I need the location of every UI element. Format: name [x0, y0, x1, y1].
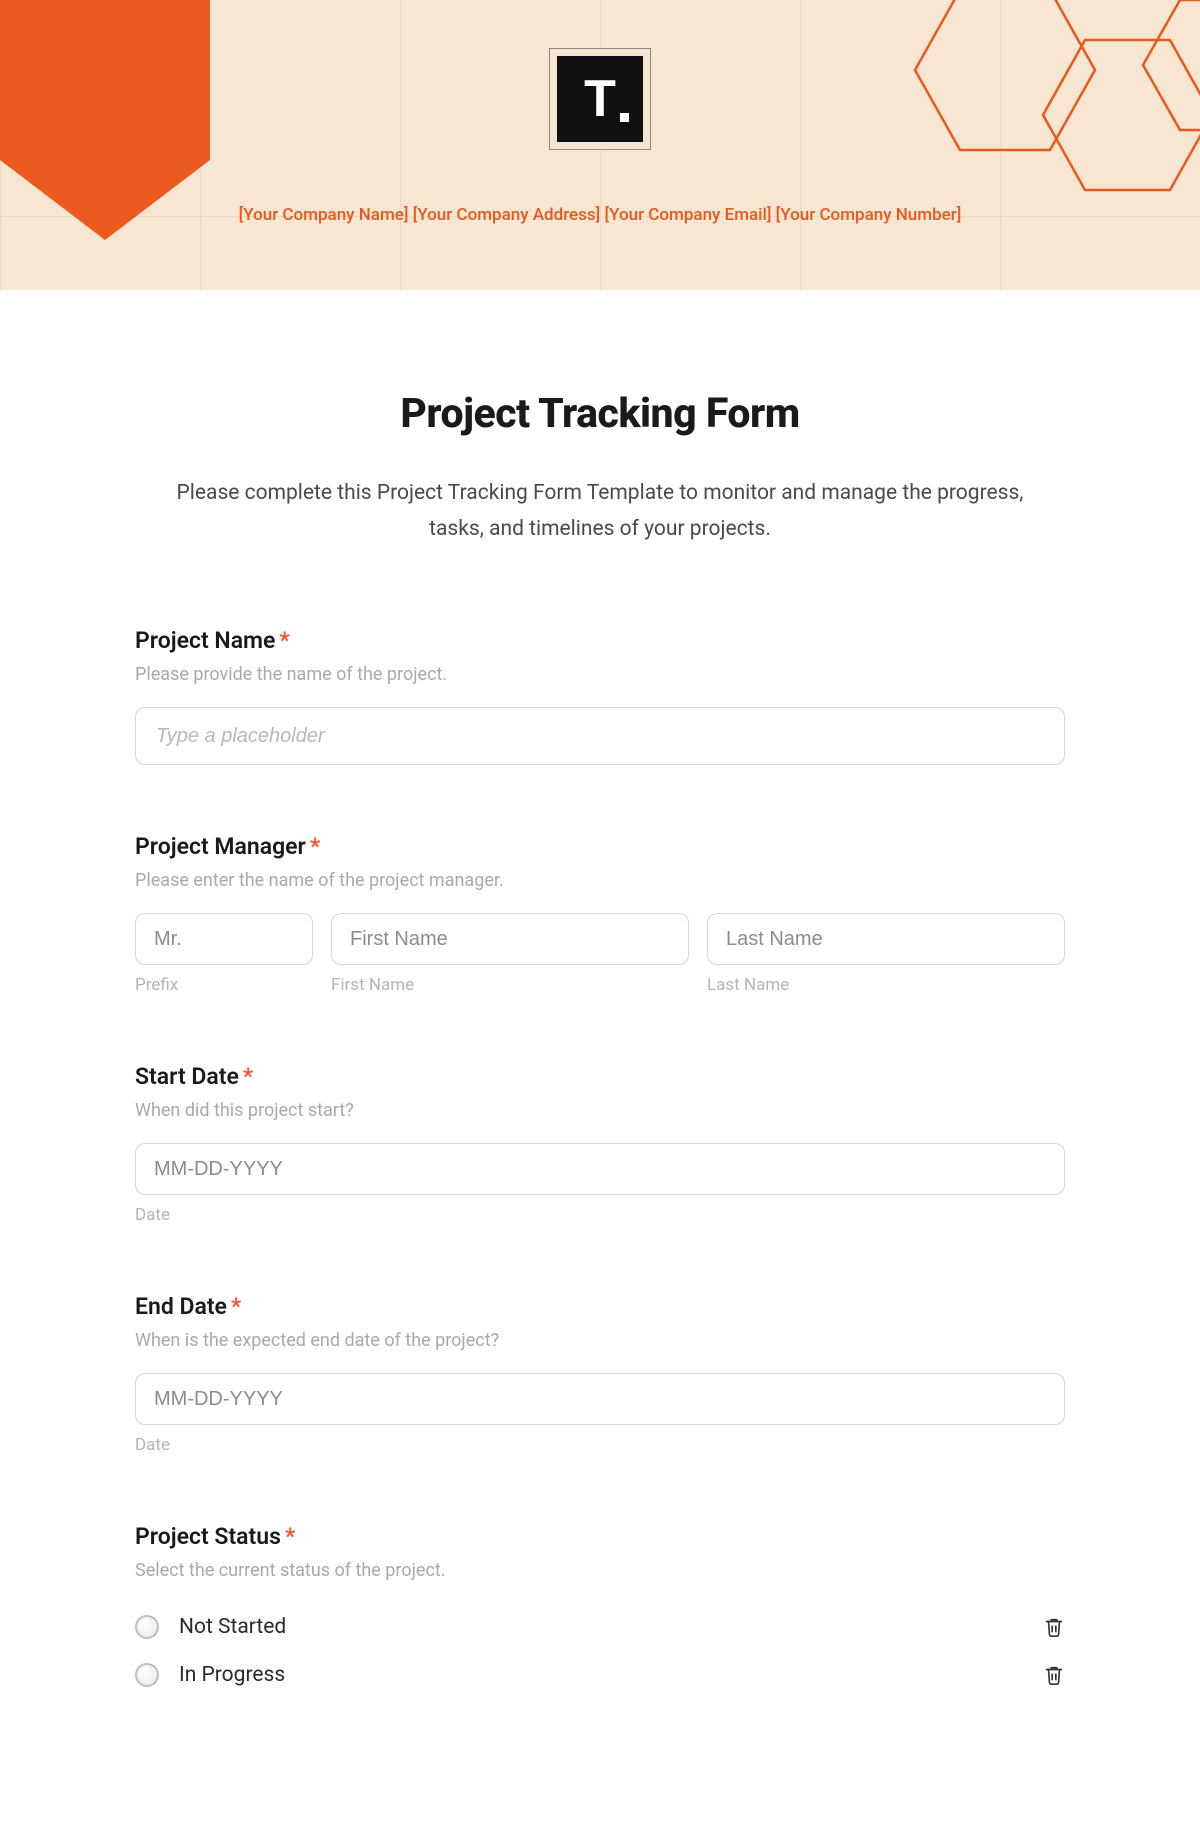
- field-label: Start Date*: [135, 1063, 1065, 1090]
- required-mark: *: [231, 1293, 241, 1320]
- radio-icon[interactable]: [135, 1663, 159, 1687]
- field-label: Project Status*: [135, 1523, 1065, 1550]
- logo: T: [549, 48, 651, 150]
- first-name-input[interactable]: [331, 913, 689, 965]
- required-mark: *: [243, 1063, 253, 1090]
- date-sublabel: Date: [135, 1435, 1065, 1455]
- label-text: Project Name: [135, 627, 275, 654]
- field-help: When did this project start?: [135, 1100, 1065, 1121]
- prefix-input[interactable]: [135, 913, 313, 965]
- date-sublabel: Date: [135, 1205, 1065, 1225]
- page-title: Project Tracking Form: [135, 390, 1065, 438]
- field-help: Please enter the name of the project man…: [135, 870, 1065, 891]
- trash-icon[interactable]: [1043, 1663, 1065, 1687]
- end-date-input[interactable]: [135, 1373, 1065, 1425]
- field-help: Please provide the name of the project.: [135, 664, 1065, 685]
- radio-icon[interactable]: [135, 1615, 159, 1639]
- form-intro: Please complete this Project Tracking Fo…: [170, 476, 1030, 547]
- radio-label[interactable]: Not Started: [179, 1615, 1043, 1639]
- radio-label[interactable]: In Progress: [179, 1663, 1043, 1687]
- header-banner: T [Your Company Name] [Your Company Addr…: [0, 0, 1200, 290]
- status-option-row: In Progress: [135, 1651, 1065, 1699]
- field-help: Select the current status of the project…: [135, 1560, 1065, 1581]
- prefix-sublabel: Prefix: [135, 975, 313, 995]
- required-mark: *: [285, 1523, 295, 1550]
- field-project-status: Project Status* Select the current statu…: [135, 1523, 1065, 1699]
- field-label: Project Manager*: [135, 833, 1065, 860]
- label-text: Start Date: [135, 1063, 239, 1090]
- required-mark: *: [310, 833, 320, 860]
- first-sublabel: First Name: [331, 975, 689, 995]
- field-label: End Date*: [135, 1293, 1065, 1320]
- company-info-line: [Your Company Name] [Your Company Addres…: [0, 205, 1200, 225]
- required-mark: *: [279, 627, 289, 654]
- project-name-input[interactable]: [135, 707, 1065, 765]
- orange-flag-decoration: [0, 0, 210, 240]
- field-help: When is the expected end date of the pro…: [135, 1330, 1065, 1351]
- label-text: Project Manager: [135, 833, 306, 860]
- field-label: Project Name*: [135, 627, 1065, 654]
- start-date-input[interactable]: [135, 1143, 1065, 1195]
- last-sublabel: Last Name: [707, 975, 1065, 995]
- form-content: Project Tracking Form Please complete th…: [135, 290, 1065, 1827]
- field-start-date: Start Date* When did this project start?…: [135, 1063, 1065, 1225]
- label-text: Project Status: [135, 1523, 281, 1550]
- last-name-input[interactable]: [707, 913, 1065, 965]
- status-option-row: Not Started: [135, 1603, 1065, 1651]
- field-project-name: Project Name* Please provide the name of…: [135, 627, 1065, 765]
- field-project-manager: Project Manager* Please enter the name o…: [135, 833, 1065, 995]
- trash-icon[interactable]: [1043, 1615, 1065, 1639]
- field-end-date: End Date* When is the expected end date …: [135, 1293, 1065, 1455]
- logo-letter: T: [584, 73, 616, 125]
- label-text: End Date: [135, 1293, 227, 1320]
